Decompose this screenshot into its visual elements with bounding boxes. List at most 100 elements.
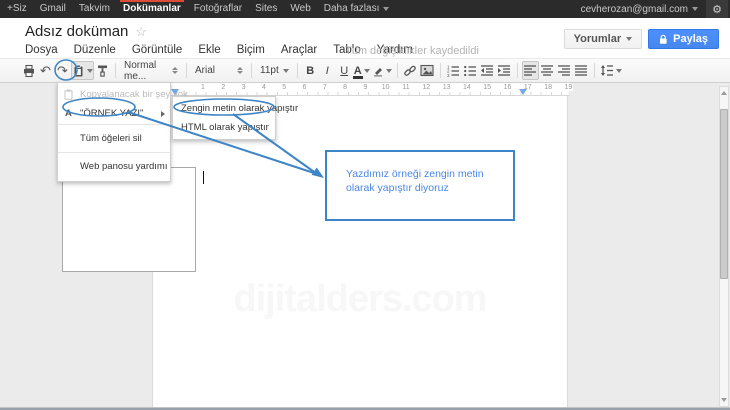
- document-header: Adsız doküman ☆ Dosya Düzenle Görüntüle …: [0, 18, 730, 58]
- updown-icon: [172, 67, 178, 74]
- topbar-item-more[interactable]: Daha fazlası: [324, 0, 390, 18]
- menu-separator: [58, 152, 170, 153]
- topbar-right: cevherozan@gmail.com ⚙: [581, 0, 730, 18]
- scroll-up-icon[interactable]: [721, 91, 727, 95]
- document-page[interactable]: dijitalders.com: [152, 96, 568, 407]
- updown-icon: [237, 67, 243, 74]
- sample-textbox[interactable]: ÖRNEK YAZI: [62, 167, 196, 272]
- share-label: Paylaş: [673, 33, 708, 45]
- font-dropdown-value: Arial: [195, 65, 215, 76]
- bullet-list-icon[interactable]: [462, 61, 479, 80]
- align-right-icon[interactable]: [556, 61, 573, 80]
- topbar-more-label: Daha fazlası: [324, 0, 380, 18]
- paint-format-icon[interactable]: [94, 61, 111, 80]
- menu-separator: [58, 124, 170, 125]
- text-color-letter: A: [354, 66, 362, 76]
- clipboard-outline-icon: [64, 89, 73, 100]
- topbar-item-web[interactable]: Web: [290, 0, 310, 18]
- annotation-note-text: Yazdımız örneği zengin metin olarak yapı…: [327, 152, 513, 195]
- toolbar-separator: [251, 63, 252, 78]
- account-menu[interactable]: cevherozan@gmail.com: [581, 4, 698, 15]
- menu-edit[interactable]: Düzenle: [74, 44, 116, 56]
- image-icon[interactable]: [419, 61, 436, 80]
- numbered-list-icon[interactable]: 123: [445, 61, 462, 80]
- toolbar-separator: [594, 63, 595, 78]
- topbar-item-documents[interactable]: Dokümanlar: [123, 0, 181, 18]
- print-icon[interactable]: [20, 61, 37, 80]
- scrollbar-thumb[interactable]: [720, 109, 728, 279]
- font-size-value: 11pt: [260, 65, 279, 76]
- menu-item-nothing-to-copy: Kopyalanacak bir şey yok: [58, 85, 170, 104]
- chevron-down-icon: [383, 7, 389, 11]
- menu-file[interactable]: Dosya: [25, 44, 58, 56]
- menu-item-paste-html[interactable]: HTML olarak yapıştır: [173, 118, 275, 137]
- highlight-icon[interactable]: [371, 61, 393, 80]
- menu-item-paste-rich-text[interactable]: Zengin metin olarak yapıştır: [173, 99, 275, 118]
- text-cursor: [203, 171, 204, 184]
- topbar-item-sites[interactable]: Sites: [255, 0, 277, 18]
- toolbar-separator: [397, 63, 398, 78]
- justify-icon[interactable]: [573, 61, 590, 80]
- gear-icon: ⚙: [712, 3, 722, 16]
- chevron-down-icon: [616, 69, 622, 73]
- menu-item-clipboard-help[interactable]: Web panosu yardımı: [58, 154, 170, 179]
- chevron-down-icon: [364, 69, 370, 73]
- menu-item-ornek-yazi[interactable]: A "ÖRNEK YAZI": [58, 104, 170, 123]
- menu-item-label: Tüm öğeleri sil: [80, 133, 142, 144]
- menu-tools[interactable]: Araçlar: [281, 44, 317, 56]
- settings-gear-button[interactable]: ⚙: [706, 0, 728, 18]
- share-button[interactable]: Paylaş: [648, 29, 719, 49]
- lock-icon: [659, 34, 668, 45]
- topbar-item-gmail[interactable]: Gmail: [40, 0, 66, 18]
- topbar-item-plus-you[interactable]: +Siz: [7, 0, 27, 18]
- align-left-icon[interactable]: [522, 61, 539, 80]
- toolbar-separator: [186, 63, 187, 78]
- doc-title-row: Adsız doküman ☆: [25, 23, 147, 40]
- style-dropdown-value: Normal me...: [124, 60, 168, 82]
- redo-icon[interactable]: ↷: [54, 61, 71, 80]
- annotation-note-box: Yazdımız örneği zengin metin olarak yapı…: [325, 150, 515, 221]
- menu-view[interactable]: Görüntüle: [132, 44, 183, 56]
- line-spacing-icon[interactable]: [599, 61, 623, 80]
- save-status: Tüm değişiklikler kaydedildi: [345, 45, 479, 57]
- svg-text:3: 3: [447, 73, 450, 77]
- right-indent-marker[interactable]: [519, 89, 527, 95]
- toolbar: ↶ ↷ Normal me... Arial 11pt B I U A: [0, 58, 730, 83]
- comments-label: Yorumlar: [574, 33, 621, 45]
- font-size-dropdown[interactable]: 11pt: [256, 61, 293, 80]
- undo-icon[interactable]: ↶: [37, 61, 54, 80]
- outdent-icon[interactable]: [479, 61, 496, 80]
- paste-submenu: Zengin metin olarak yapıştır HTML olarak…: [172, 96, 276, 140]
- menu-item-label: Zengin metin olarak yapıştır: [181, 103, 298, 114]
- scroll-down-icon[interactable]: [721, 398, 727, 402]
- toolbar-separator: [115, 63, 116, 78]
- document-title[interactable]: Adsız doküman: [25, 23, 128, 40]
- web-clipboard-icon[interactable]: [71, 61, 94, 80]
- topbar-nav: +Siz Gmail Takvim Dokümanlar Fotoğraflar…: [0, 0, 389, 18]
- bold-button[interactable]: B: [302, 61, 319, 80]
- account-email: cevherozan@gmail.com: [581, 4, 688, 15]
- italic-button[interactable]: I: [319, 61, 336, 80]
- toolbar-separator: [517, 63, 518, 78]
- chevron-down-icon: [283, 69, 289, 73]
- paragraph-style-dropdown[interactable]: Normal me...: [120, 61, 182, 80]
- star-icon[interactable]: ☆: [135, 24, 147, 40]
- font-dropdown[interactable]: Arial: [191, 61, 247, 80]
- topbar-item-calendar[interactable]: Takvim: [79, 0, 110, 18]
- indent-icon[interactable]: [496, 61, 513, 80]
- ruler: 112345678910111213141516171819: [152, 83, 569, 96]
- comments-button[interactable]: Yorumlar: [564, 29, 642, 49]
- watermark-text: dijitalders.com: [153, 278, 567, 321]
- chevron-down-icon: [87, 69, 93, 73]
- menu-item-clear-all[interactable]: Tüm öğeleri sil: [58, 126, 170, 151]
- text-color-icon[interactable]: A: [353, 61, 371, 80]
- vertical-scrollbar[interactable]: [719, 86, 729, 407]
- menu-format[interactable]: Biçim: [237, 44, 265, 56]
- link-icon[interactable]: [402, 61, 419, 80]
- toolbar-separator: [440, 63, 441, 78]
- topbar-item-photos[interactable]: Fotoğraflar: [194, 0, 242, 18]
- align-center-icon[interactable]: [539, 61, 556, 80]
- menu-insert[interactable]: Ekle: [198, 44, 220, 56]
- underline-button[interactable]: U: [336, 61, 353, 80]
- toolbar-separator: [297, 63, 298, 78]
